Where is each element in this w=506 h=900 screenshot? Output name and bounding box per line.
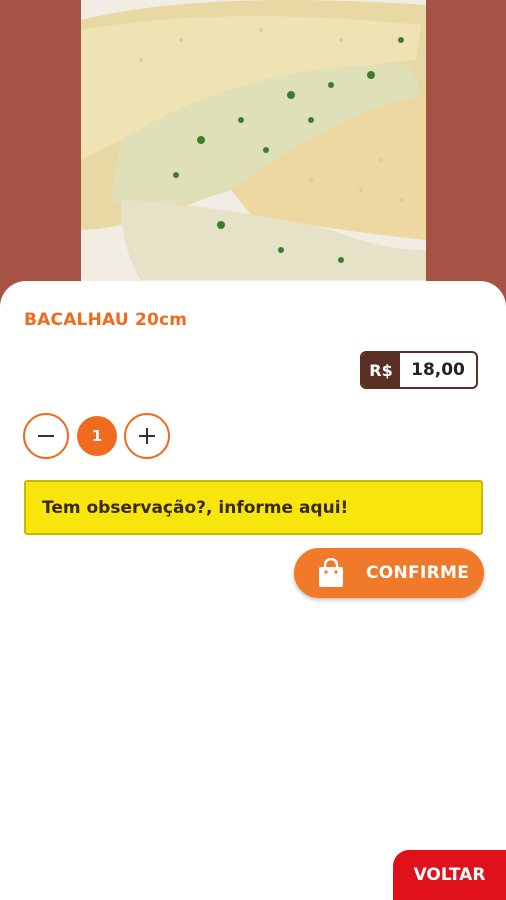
plus-icon xyxy=(139,428,155,444)
price-currency: R$ xyxy=(362,353,400,387)
back-label: VOLTAR xyxy=(413,865,486,885)
price-tag: R$ 18,00 xyxy=(360,351,478,389)
increase-quantity-button[interactable] xyxy=(124,413,170,459)
decrease-quantity-button[interactable] xyxy=(23,413,69,459)
price-value: 18,00 xyxy=(411,360,465,380)
observation-input[interactable]: Tem observação?, informe aqui! xyxy=(24,480,483,535)
confirm-label: CONFIRME xyxy=(366,563,470,583)
minus-icon xyxy=(38,435,54,437)
confirm-button[interactable]: CONFIRME xyxy=(294,548,484,598)
quantity-value: 1 xyxy=(77,416,117,456)
shopping-bag-icon xyxy=(316,558,346,588)
back-button[interactable]: VOLTAR xyxy=(393,850,506,900)
observation-placeholder: Tem observação?, informe aqui! xyxy=(42,497,349,518)
product-title: BACALHAU 20cm xyxy=(24,310,188,330)
product-image xyxy=(81,0,426,300)
